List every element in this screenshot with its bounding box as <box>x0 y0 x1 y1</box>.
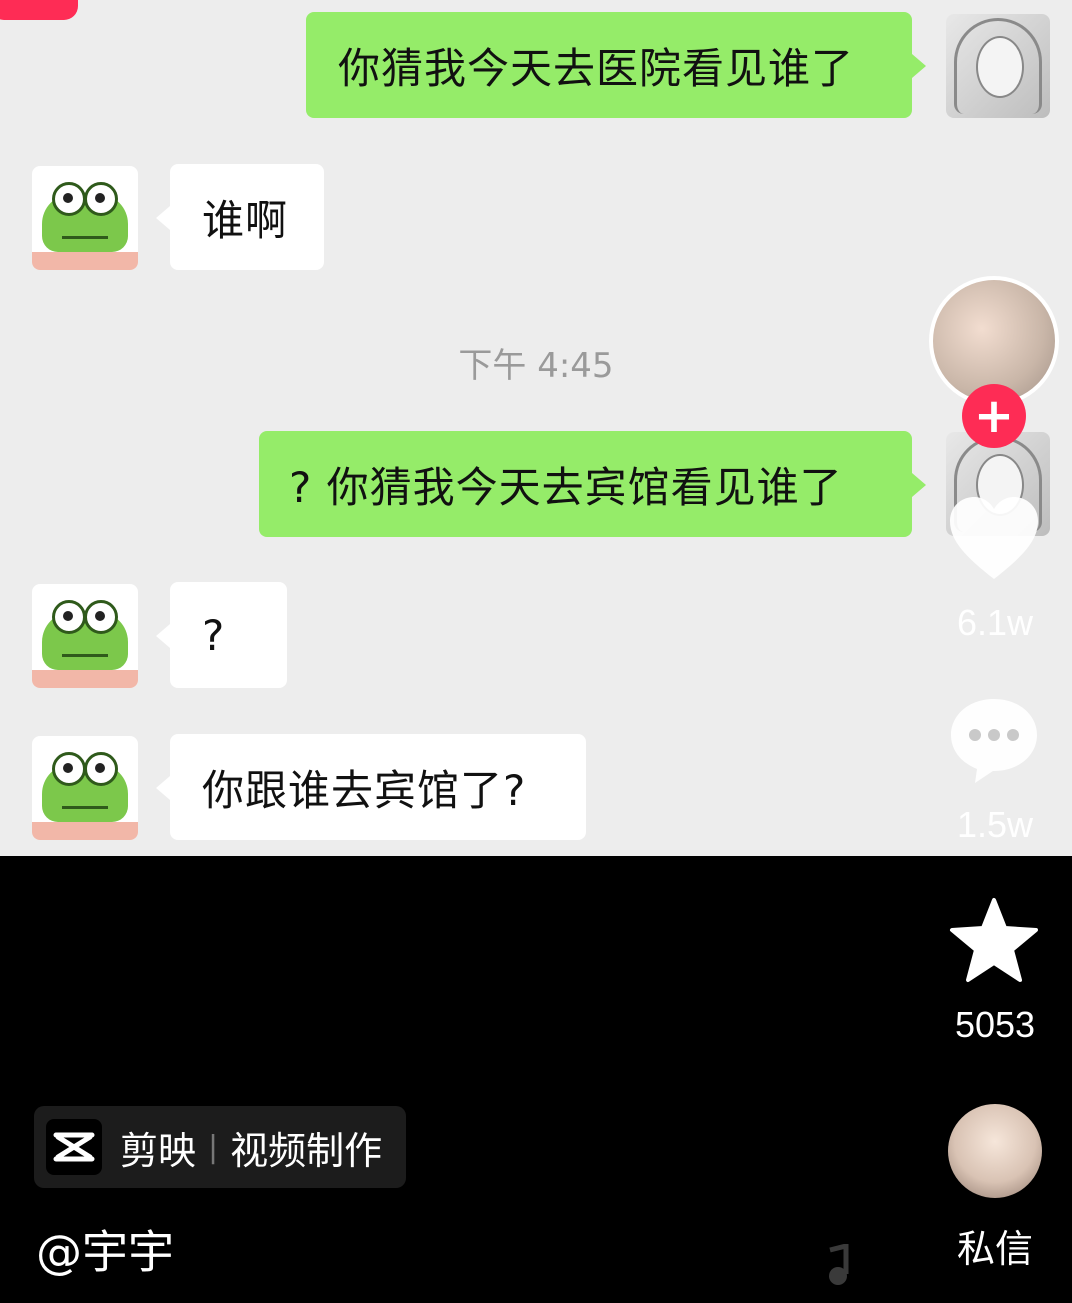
avatar-face-sketch <box>976 36 1024 98</box>
dm-avatar[interactable] <box>948 1104 1042 1198</box>
frog-table <box>32 670 138 688</box>
chat-screenshot: 你猜我今天去医院看见谁了 谁啊 下午 4:45 ? 你猜我今天去宾馆看见谁了 ? <box>0 0 1072 856</box>
frog-table <box>32 252 138 270</box>
like-count: 6.1w <box>956 602 1034 643</box>
capcut-app-name: 剪映 <box>120 1128 197 1173</box>
capcut-separator: | <box>208 1129 219 1165</box>
dm-label[interactable]: 私信 <box>930 1218 1060 1273</box>
message-text: ? <box>202 610 226 660</box>
frog-mouth <box>62 646 108 657</box>
follow-button[interactable]: + <box>962 384 1026 448</box>
heart-icon <box>950 497 1038 579</box>
message-bubble-received: 谁啊 <box>156 164 324 270</box>
message-bubble-received: 你跟谁去宾馆了? <box>156 734 586 840</box>
author-handle[interactable]: @宇宇 <box>36 1216 174 1282</box>
message-bubble-sent: ? 你猜我今天去宾馆看见谁了 <box>259 431 926 537</box>
favorite-button[interactable] <box>946 894 1042 986</box>
frog-eye <box>52 600 86 634</box>
message-timestamp: 下午 4:45 <box>458 346 614 386</box>
frog-table <box>32 822 138 840</box>
frog-mouth <box>62 798 108 809</box>
frog-avatar <box>32 166 138 270</box>
frog-eye <box>84 182 118 216</box>
capcut-watermark[interactable]: 剪映 | 视频制作 <box>34 1106 406 1188</box>
comment-icon <box>951 699 1037 783</box>
frog-eye <box>52 752 86 786</box>
message-text: 你猜我今天去医院看见谁了 <box>338 43 855 93</box>
comment-button[interactable] <box>946 694 1042 786</box>
message-bubble-sent: 你猜我今天去医院看见谁了 <box>306 12 926 118</box>
star-icon <box>950 898 1038 982</box>
music-note-icon <box>829 1244 849 1285</box>
message-text: ? 你猜我今天去宾馆看见谁了 <box>289 462 843 512</box>
frog-eye <box>84 752 118 786</box>
comment-count: 1.5w <box>956 804 1034 845</box>
message-text: 你跟谁去宾馆了? <box>202 765 527 815</box>
message-bubble-received: ? <box>156 582 287 688</box>
capcut-tagline: 视频制作 <box>230 1128 383 1173</box>
frog-eye <box>52 182 86 216</box>
frog-mouth <box>62 228 108 239</box>
message-text: 谁啊 <box>202 195 289 245</box>
frog-avatar <box>32 584 138 688</box>
like-button[interactable] <box>944 488 1044 588</box>
sender-avatar <box>946 14 1050 118</box>
frog-avatar <box>32 736 138 840</box>
capcut-logo-icon <box>46 1119 102 1175</box>
frog-eye <box>84 600 118 634</box>
corner-tag <box>0 0 78 20</box>
favorite-count: 5053 <box>954 1004 1036 1045</box>
